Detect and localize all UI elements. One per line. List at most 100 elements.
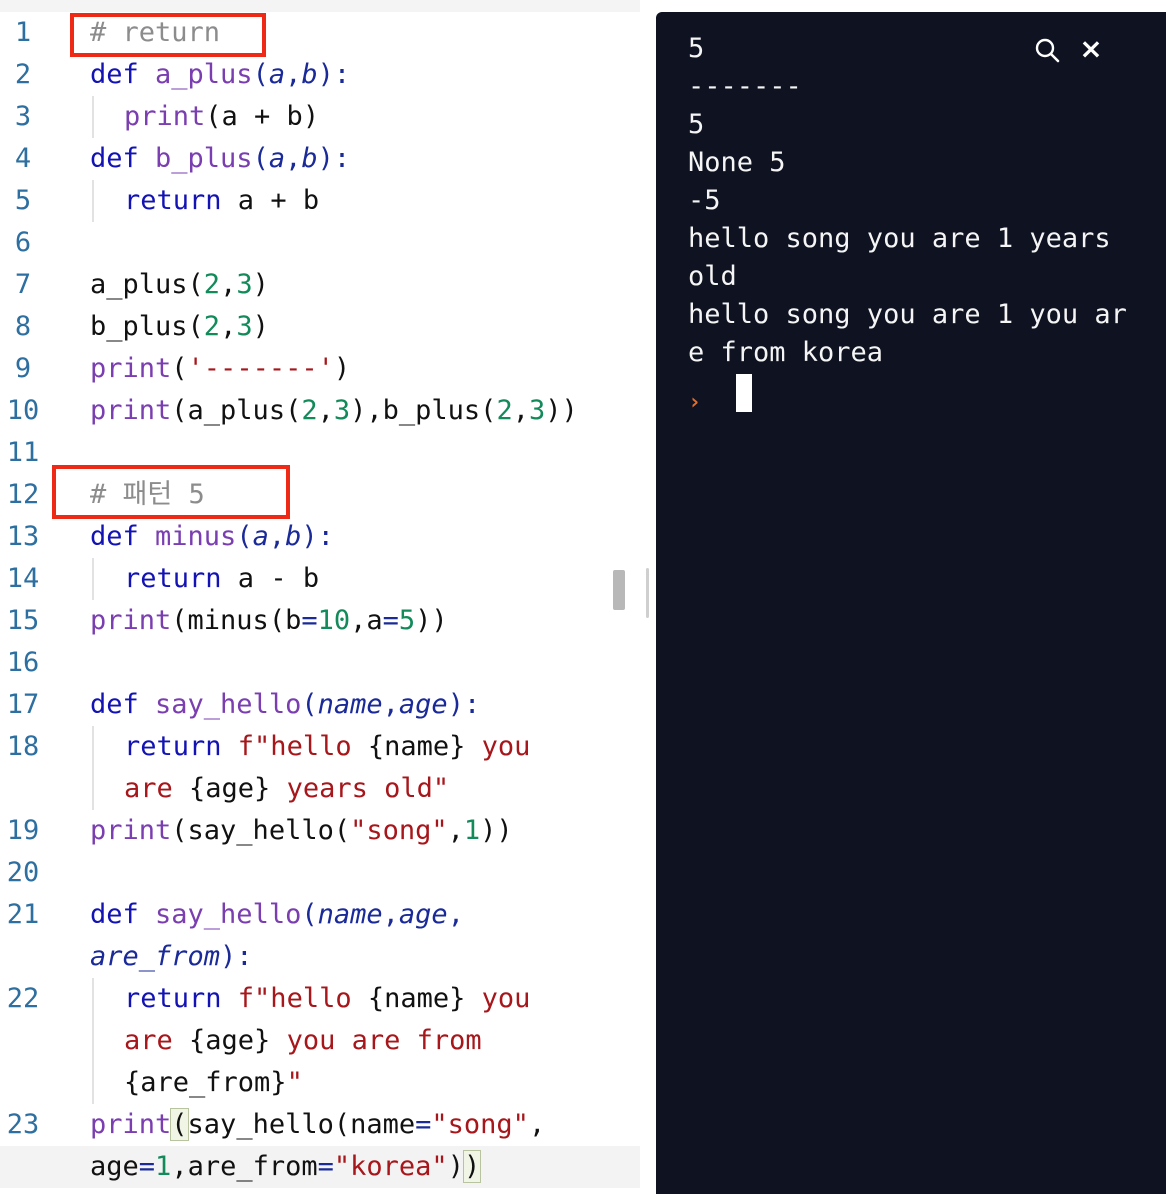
code-token: '-------': [187, 353, 334, 384]
code-text: def say_hello(name,age,: [90, 894, 464, 936]
code-text: return a - b: [124, 558, 319, 600]
code-line[interactable]: are {age} years old": [0, 768, 640, 810]
line-number: 23: [6, 1109, 40, 1140]
line-number: 2: [14, 59, 32, 90]
code-text: are {age} you are from: [124, 1020, 482, 1062]
code-text: print(a + b): [124, 96, 319, 138]
code-token: print: [90, 395, 172, 426]
code-line[interactable]: 2 def a_plus(a,b):: [0, 54, 640, 96]
code-token: 3: [333, 395, 351, 426]
code-token: 1: [463, 815, 481, 846]
indent-guide: [92, 978, 94, 1020]
line-number: 13: [6, 521, 40, 552]
code-line[interactable]: are_from):: [0, 936, 640, 978]
code-line[interactable]: 10 print(a_plus(2,3),b_plus(2,3)): [0, 390, 640, 432]
code-token: 2: [301, 395, 318, 426]
console-output-line: None 5: [688, 147, 786, 178]
line-number: 14: [6, 563, 40, 594]
editor-scrollbar-thumb[interactable]: [613, 570, 625, 610]
code-line[interactable]: age=1,are_from="korea")): [0, 1146, 640, 1188]
highlight-box-pattern: [52, 465, 290, 519]
code-line[interactable]: 17 def say_hello(name,age):: [0, 684, 640, 726]
line-number: 17: [6, 689, 40, 720]
console-output-line: hello song you are 1 years: [688, 223, 1111, 254]
code-text: print('-------'): [90, 348, 350, 390]
code-line[interactable]: 5 return a + b: [0, 180, 640, 222]
code-token: a - b: [221, 563, 320, 594]
code-token: return: [124, 731, 238, 762]
code-token: b_plus(: [90, 311, 204, 342]
code-token: ): [252, 311, 269, 342]
code-line[interactable]: 18 return f"hello {name} you: [0, 726, 640, 768]
code-token: ,: [268, 521, 286, 552]
code-token: say_hello: [155, 689, 302, 720]
line-number: 11: [6, 437, 40, 468]
code-line[interactable]: 19 print(say_hello("song",1)): [0, 810, 640, 852]
code-text: print(minus(b=10,a=5)): [90, 600, 448, 642]
code-text: print(a_plus(2,3),b_plus(2,3)): [90, 390, 578, 432]
code-token: return: [124, 185, 222, 216]
line-number: 9: [14, 353, 32, 384]
code-token: ,are_from: [171, 1151, 318, 1182]
code-token: (minus(b: [171, 605, 302, 636]
code-token: "korea": [333, 1151, 448, 1182]
code-line[interactable]: 6: [0, 222, 640, 264]
code-line[interactable]: 8 b_plus(2,3): [0, 306, 640, 348]
code-token: )): [415, 605, 448, 636]
code-line[interactable]: 15 print(minus(b=10,a=5)): [0, 600, 640, 642]
code-token: "song": [350, 815, 448, 846]
code-line[interactable]: 23 print(say_hello(name="song",: [0, 1104, 640, 1146]
search-icon[interactable]: [1034, 37, 1060, 63]
code-editor[interactable]: 1 # return 2 def a_plus(a,b): 3 print(a + b) 4…: [0, 0, 640, 1194]
code-token: years old": [270, 773, 450, 804]
close-icon[interactable]: ×: [1078, 34, 1104, 64]
code-line[interactable]: 22 return f"hello {name} you: [0, 978, 640, 1020]
code-line[interactable]: 21 def say_hello(name,age,: [0, 894, 640, 936]
code-text: are {age} years old": [124, 768, 449, 810]
code-token: (: [236, 521, 253, 552]
code-line[interactable]: 3 print(a + b): [0, 96, 640, 138]
code-line[interactable]: 4 def b_plus(a,b):: [0, 138, 640, 180]
code-token: def: [90, 521, 156, 552]
code-text: return f"hello {name} you: [124, 726, 530, 768]
code-line[interactable]: 14 return a - b: [0, 558, 640, 600]
console-output-line: e from korea: [688, 337, 884, 368]
code-text: return f"hello {name} you: [124, 978, 530, 1020]
code-line[interactable]: 9 print('-------'): [0, 348, 640, 390]
code-line[interactable]: are {age} you are from: [0, 1020, 640, 1062]
code-token: return: [124, 983, 238, 1014]
pane-resize-handle[interactable]: [646, 568, 649, 618]
code-token: 3: [236, 311, 253, 342]
code-token: print: [90, 605, 172, 636]
code-token: ),b_plus(: [350, 395, 497, 426]
indent-guide: [92, 180, 94, 222]
code-token: (: [171, 353, 188, 384]
line-number: 22: [6, 983, 40, 1014]
console-cursor[interactable]: [736, 374, 752, 412]
code-line[interactable]: 20: [0, 852, 640, 894]
code-text: def a_plus(a,b):: [90, 54, 350, 96]
code-line[interactable]: 16: [0, 642, 640, 684]
code-text: return a + b: [124, 180, 319, 222]
line-number: 10: [6, 395, 40, 426]
code-line[interactable]: {are_from}": [0, 1062, 640, 1104]
code-token: b: [301, 143, 318, 174]
code-token: (: [252, 143, 269, 174]
code-line[interactable]: 13 def minus(a,b):: [0, 516, 640, 558]
code-token: ,: [317, 395, 334, 426]
code-token: name: [317, 689, 383, 720]
code-token: ,: [512, 395, 529, 426]
code-token: ):: [301, 521, 334, 552]
code-token: 10: [317, 605, 351, 636]
code-token: ,: [382, 899, 399, 930]
code-token: 5: [398, 605, 416, 636]
code-text: a_plus(2,3): [90, 264, 269, 306]
code-text: print(say_hello("song",1)): [90, 810, 513, 852]
code-token: a_plus(: [90, 269, 204, 300]
code-token: you: [465, 983, 531, 1014]
code-token: =: [415, 1109, 432, 1140]
code-token: return: [124, 563, 222, 594]
code-line[interactable]: 7 a_plus(2,3): [0, 264, 640, 306]
highlight-box-return: [70, 13, 266, 57]
console-panel[interactable]: 5 ------- 5 None 5 -5 hello song you are 1 ye…: [656, 12, 1166, 1194]
